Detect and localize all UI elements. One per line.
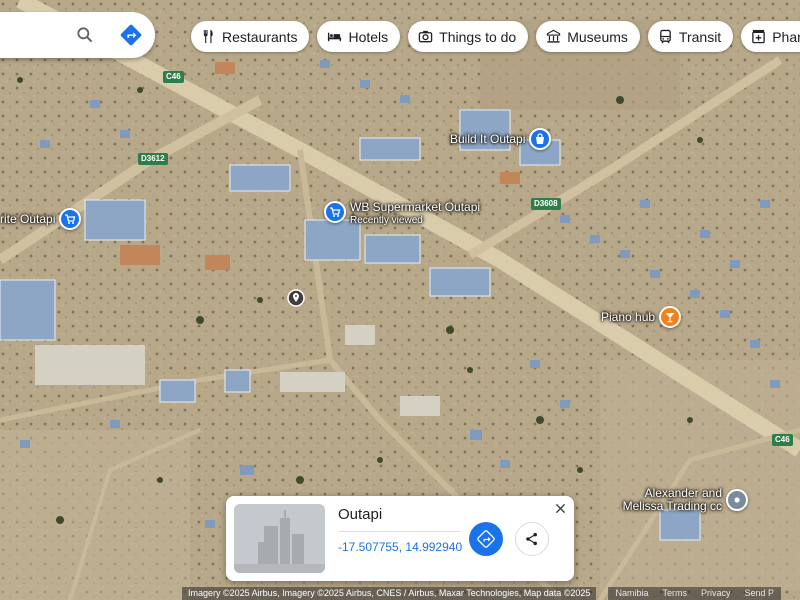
bus-icon [660,29,671,44]
road-shield-c46: C46 [163,71,184,83]
terms-link[interactable]: Terms [655,587,694,600]
place-label: Build It Outapi [450,131,526,146]
chip-label: Things to do [439,28,517,45]
place-icon [726,489,748,511]
chip-label: Pharmac [772,28,800,45]
shopping-cart-icon [59,208,82,230]
privacy-link[interactable]: Privacy [693,587,738,600]
place-shoprite-outapi[interactable]: rite Outapi [0,208,82,230]
place-label: Piano hub [601,309,656,324]
directions-button[interactable] [469,522,503,556]
museum-icon [547,29,561,43]
chip-transit[interactable]: Transit [647,21,734,52]
directions-icon [477,530,495,548]
chip-restaurants[interactable]: Restaurants [191,21,310,52]
search-icon[interactable] [73,23,97,47]
place-label: WB Supermarket Outapi Recently viewed [350,201,480,227]
category-chips: Restaurants Hotels Things to do Museums … [191,21,800,52]
chip-label: Hotels [348,28,389,45]
chip-pharmacies[interactable]: Pharmac [741,21,800,52]
bed-icon [328,32,342,42]
share-button[interactable] [515,522,549,556]
place-alexander-melissa-trading[interactable]: Alexander and Melissa Trading cc [607,487,748,513]
directions-icon[interactable] [119,23,143,47]
place-title: Outapi [338,506,383,523]
chip-label: Restaurants [222,28,298,45]
region-link[interactable]: Namibia [608,587,656,600]
place-piano-hub[interactable]: Piano hub [601,306,682,328]
place-label: rite Outapi [0,211,56,226]
chip-things-to-do[interactable]: Things to do [408,21,529,52]
shopping-cart-icon [324,201,346,223]
road-shield-d3608: D3608 [531,198,561,210]
place-label: Alexander and Melissa Trading cc [622,486,722,513]
chip-museums[interactable]: Museums [536,21,640,52]
search-bar[interactable] [0,12,155,58]
close-icon[interactable] [552,500,568,516]
imagery-attribution: Imagery ©2025 Airbus, Imagery ©2025 Airb… [182,587,597,600]
place-name: WB Supermarket Outapi [350,200,481,214]
place-wb-supermarket[interactable]: WB Supermarket Outapi Recently viewed [324,201,480,227]
card-divider [338,531,460,532]
chip-label: Museums [567,28,628,45]
chip-hotels[interactable]: Hotels [317,21,401,52]
road-shield-d3612: D3612 [138,153,168,165]
road-shield-c46-east: C46 [772,434,793,446]
chip-label: Transit [678,28,722,45]
street-view-thumbnail[interactable] [234,504,325,573]
cocktail-icon [659,306,682,328]
fork-knife-icon [203,29,213,44]
send-feedback-link[interactable]: Send P [737,587,782,600]
pharmacy-icon [752,29,765,44]
place-build-it-outapi[interactable]: Build It Outapi [450,128,552,150]
attribution-bar: Imagery ©2025 Airbus, Imagery ©2025 Airb… [182,587,800,600]
place-info-card[interactable]: Outapi -17.507755, 14.992940 [226,496,574,581]
place-coordinates[interactable]: -17.507755, 14.992940 [338,540,462,554]
shopping-bag-icon [529,128,552,150]
place-sublabel: Recently viewed [350,215,423,226]
share-icon [526,532,537,546]
dropped-pin-icon[interactable] [287,289,305,307]
camera-icon [418,30,433,43]
